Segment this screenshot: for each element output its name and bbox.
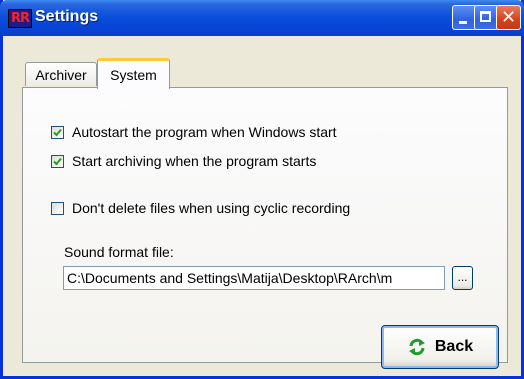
settings-window: RR Settings ✕ Archiver System Autostart …	[0, 0, 524, 379]
back-button[interactable]: Back	[381, 325, 499, 369]
dont-delete-option[interactable]: Don't delete files when using cyclic rec…	[51, 200, 350, 216]
minimize-icon	[459, 21, 467, 24]
tab-archiver[interactable]: Archiver	[25, 62, 97, 86]
dont-delete-label: Don't delete files when using cyclic rec…	[72, 200, 351, 216]
dont-delete-checkbox[interactable]	[51, 201, 64, 215]
close-icon: ✕	[500, 7, 517, 28]
maximize-icon	[480, 11, 491, 22]
checkmark-icon	[53, 128, 62, 136]
title-bar[interactable]: RR Settings ✕	[0, 0, 524, 36]
sound-format-label: Sound format file:	[64, 244, 174, 260]
window-title: Settings	[35, 8, 99, 25]
back-button-label: Back	[434, 338, 474, 355]
autostart-checkbox[interactable]	[51, 125, 64, 139]
app-icon: RR	[8, 9, 32, 28]
start-archiving-checkbox[interactable]	[51, 154, 64, 168]
close-button[interactable]: ✕	[496, 5, 521, 30]
checkmark-icon	[53, 157, 62, 165]
tab-system[interactable]: System	[97, 58, 170, 89]
autostart-label: Autostart the program when Windows start	[72, 124, 337, 140]
browse-button[interactable]: ...	[452, 266, 473, 290]
autostart-option[interactable]: Autostart the program when Windows start	[51, 124, 337, 140]
refresh-icon	[408, 338, 425, 356]
start-archiving-label: Start archiving when the program starts	[72, 153, 317, 169]
sound-format-input[interactable]: C:\Documents and Settings\Matija\Desktop…	[63, 266, 445, 290]
start-archiving-option[interactable]: Start archiving when the program starts	[51, 153, 316, 169]
